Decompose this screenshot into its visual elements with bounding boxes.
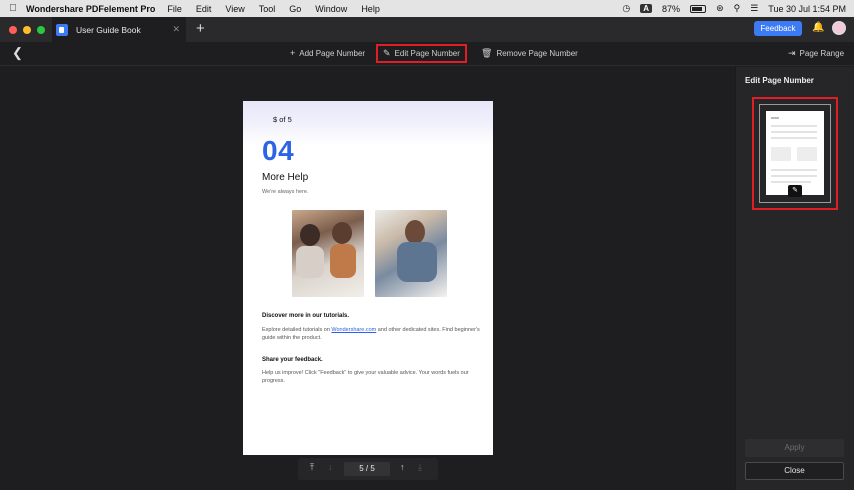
tab-title: User Guide Book — [76, 24, 141, 35]
total-pages: 5 — [370, 464, 375, 473]
document-tab[interactable]: User Guide Book ✕ — [52, 17, 186, 42]
first-page-icon[interactable]: ⤒ — [310, 462, 314, 473]
trash-icon: 🗑 — [481, 47, 493, 58]
spotlight-icon[interactable]: ⚲ — [734, 3, 741, 14]
previous-page-up-icon[interactable]: ↑ — [400, 462, 405, 472]
edit-page-number-button[interactable]: ✎ Edit Page Number — [376, 44, 467, 63]
remove-page-number-button[interactable]: 🗑 Remove Page Number — [481, 47, 578, 59]
clock[interactable]: Tue 30 Jul 1:54 PM — [768, 4, 846, 14]
add-page-number-button[interactable]: + Add Page Number — [290, 47, 365, 59]
input-source-indicator[interactable]: A — [640, 4, 653, 13]
plus-icon: + — [290, 48, 296, 58]
next-page-down-icon[interactable]: ↓ — [328, 462, 333, 472]
current-page[interactable]: 5 — [359, 464, 363, 473]
document-page[interactable]: $ of 5 04 More Help We're always here. D… — [243, 101, 493, 455]
feedback-button[interactable]: Feedback — [754, 21, 802, 36]
page-number-label[interactable]: $ of 5 — [273, 115, 292, 124]
menu-window[interactable]: Window — [315, 4, 347, 14]
page-number-template-thumbnail[interactable]: ✎ — [759, 104, 831, 203]
pdf-document-icon — [56, 23, 68, 36]
menu-view[interactable]: View — [225, 4, 244, 14]
edit-page-number-label: Edit Page Number — [394, 49, 460, 58]
page-navigator: ⤒ ↓ 5 / 5 ↑ ⤓ — [298, 458, 438, 480]
menu-bar:  Wondershare PDFelement Pro File Edit V… — [0, 0, 854, 17]
window-controls — [9, 25, 45, 34]
tutorials-text: Explore detailed tutorials on Wondershar… — [262, 327, 480, 341]
pencil-icon: ✎ — [383, 48, 391, 58]
control-center-icon[interactable]: ☰ — [750, 3, 758, 14]
battery-percent: 87% — [662, 3, 681, 14]
page-range-button[interactable]: ⇥ Page Range — [788, 47, 844, 59]
menubar-status: ◷ A 87% ⊛ ⚲ ☰ Tue 30 Jul 1:54 PM — [622, 0, 846, 17]
menu-help[interactable]: Help — [361, 4, 380, 14]
remove-page-number-label: Remove Page Number — [496, 48, 578, 58]
apply-button[interactable]: Apply — [745, 439, 844, 457]
edit-template-pencil-icon[interactable]: ✎ — [788, 185, 802, 197]
last-page-icon[interactable]: ⤓ — [418, 462, 422, 473]
page-indicator[interactable]: 5 / 5 — [344, 462, 390, 476]
zoom-window-button[interactable] — [37, 25, 45, 34]
menu-file[interactable]: File — [167, 4, 182, 14]
edit-page-number-panel: Edit Page Number ✎ Apply Close — [735, 67, 854, 490]
wondershare-link[interactable]: Wondershare.com — [331, 327, 376, 333]
page-heading: More Help — [262, 172, 309, 183]
section-number: 04 — [262, 135, 295, 166]
people-at-laptop-photo — [292, 210, 364, 297]
page-number-template-selected[interactable]: ✎ — [752, 97, 838, 210]
back-chevron-icon[interactable]: ❮ — [12, 45, 23, 61]
battery-icon[interactable] — [690, 4, 707, 13]
page-range-label: Page Range — [799, 48, 845, 58]
thumbnail-page-preview — [766, 111, 824, 195]
close-button[interactable]: Close — [745, 462, 844, 480]
minimize-window-button[interactable] — [23, 25, 31, 34]
tab-close-icon[interactable]: ✕ — [172, 24, 180, 35]
close-window-button[interactable] — [9, 25, 17, 34]
feedback-text: Help us improve! Click "Feedback" to giv… — [262, 370, 469, 384]
tutorials-heading: Discover more in our tutorials. — [262, 313, 350, 319]
feedback-heading: Share your feedback. — [262, 357, 323, 363]
new-tab-plus-icon[interactable]: + — [196, 20, 205, 38]
wifi-icon[interactable]: ⊛ — [716, 3, 724, 14]
avatar[interactable] — [832, 21, 846, 35]
title-bar: User Guide Book ✕ + Feedback 🔔 — [0, 17, 854, 42]
panel-title: Edit Page Number — [745, 76, 814, 85]
menu-edit[interactable]: Edit — [196, 4, 212, 14]
menu-go[interactable]: Go — [289, 4, 301, 14]
page-subheading: We're always here. — [262, 189, 309, 195]
page-number-toolbar: ❮ + Add Page Number ✎ Edit Page Number 🗑… — [0, 42, 854, 66]
menu-app-name[interactable]: Wondershare PDFelement Pro — [26, 4, 155, 14]
range-arrows-icon: ⇥ — [788, 47, 796, 58]
menu-tool[interactable]: Tool — [259, 4, 276, 14]
woman-with-phone-photo — [375, 210, 447, 297]
apple-icon[interactable]:  — [0, 3, 26, 14]
add-page-number-label: Add Page Number — [299, 48, 366, 58]
time-machine-icon[interactable]: ◷ — [622, 3, 630, 14]
bell-icon[interactable]: 🔔 — [812, 22, 824, 33]
